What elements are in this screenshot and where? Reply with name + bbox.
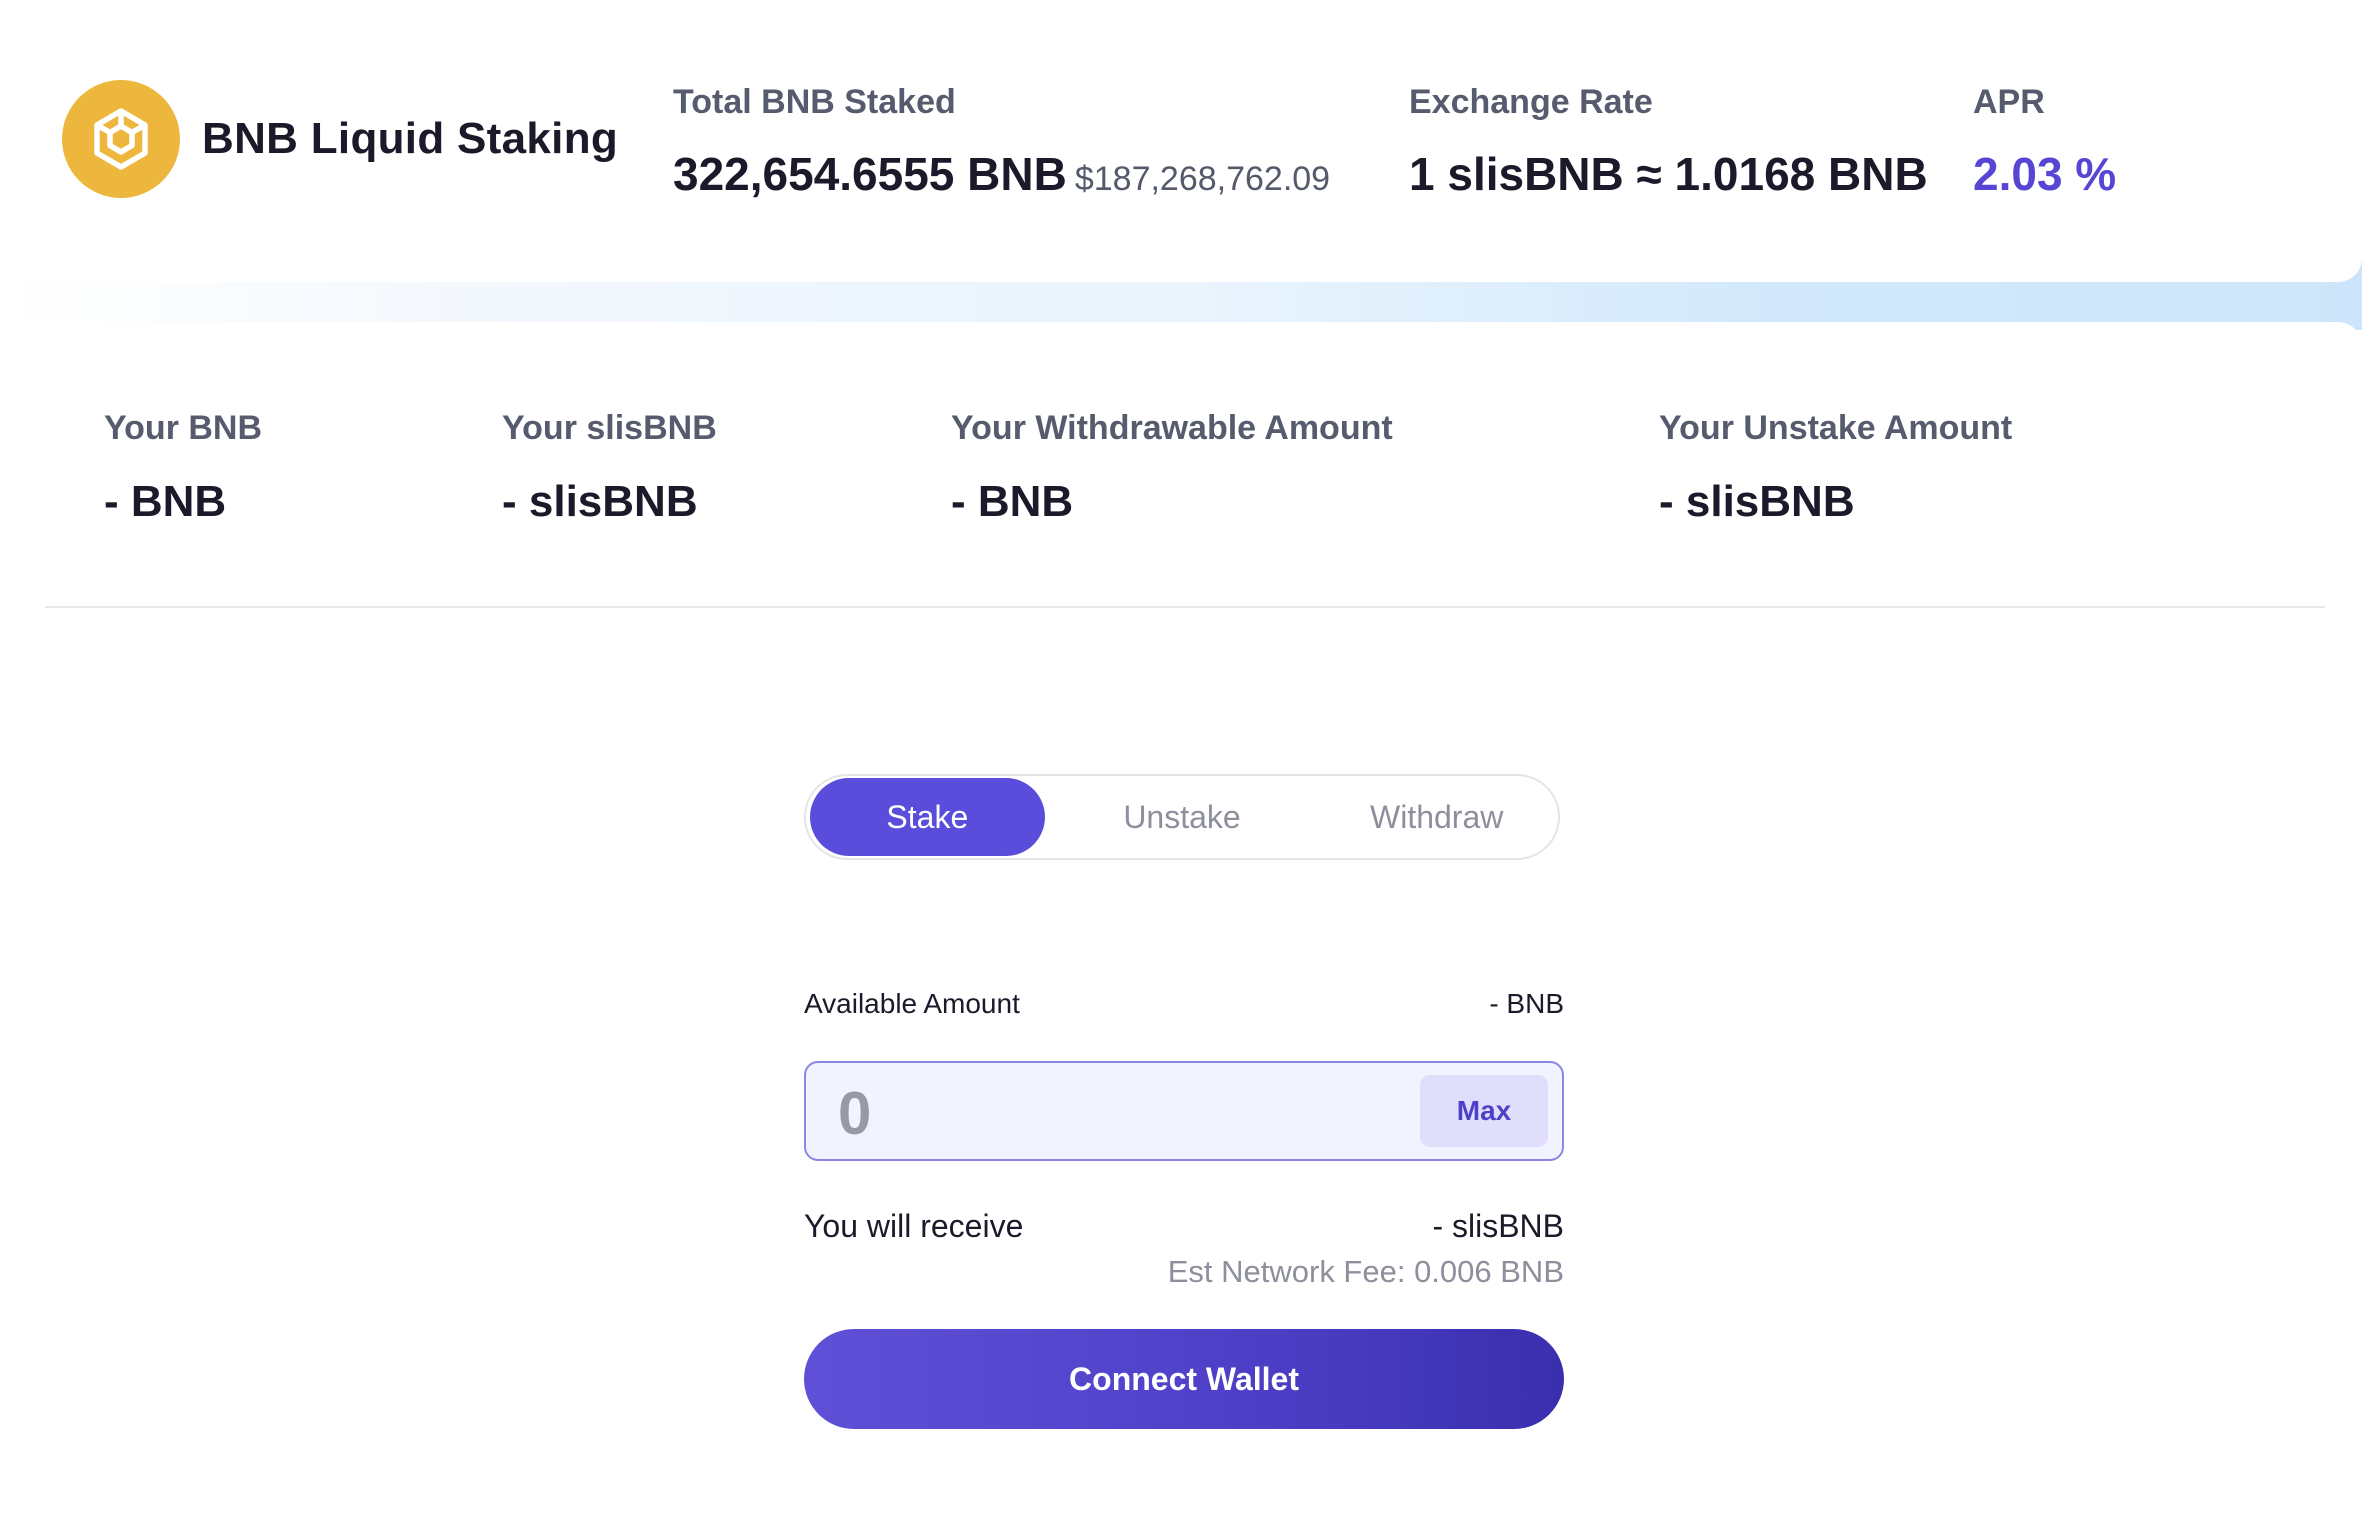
apr-value: 2.03 % [1973,148,2117,200]
receive-value: - slisBNB [1432,1208,1564,1244]
tab-stake[interactable]: Stake [810,778,1045,856]
receive-row: You will receive - slisBNB [804,1208,1564,1245]
balance-your-bnb: Your BNB - BNB [104,408,262,528]
balance-label: Your slisBNB [502,409,717,447]
total-staked-stat: Total BNB Staked 322,654.6555 BNB $187,26… [673,82,1330,207]
apr-stat: APR 2.03 % [1973,82,2116,202]
amount-input[interactable] [836,1077,1400,1149]
connect-wallet-button[interactable]: Connect Wallet [804,1329,1564,1429]
balance-value: - slisBNB [1659,477,1855,526]
amount-field: Max [804,1061,1564,1161]
total-staked-value: 322,654.6555 BNB $187,268,762.09 [673,146,1330,207]
balance-unstake: Your Unstake Amount - slisBNB [1659,408,2012,528]
bnb-logo-icon [62,80,180,198]
action-tabs: Stake Unstake Withdraw [804,774,1560,860]
divider [45,606,2325,608]
brand: BNB Liquid Staking [62,80,618,198]
tab-unstake[interactable]: Unstake [1065,778,1300,856]
stats-header: BNB Liquid Staking Total BNB Staked 322,… [0,0,2362,282]
balance-value: - BNB [104,477,227,526]
receive-label: You will receive [804,1208,1024,1244]
balance-label: Your Withdrawable Amount [951,409,1393,447]
available-amount-label: Available Amount [804,988,1020,1019]
total-staked-amount: 322,654.6555 BNB [673,148,1067,200]
balance-label: Your BNB [104,409,263,447]
available-amount-value: - BNB [1489,988,1564,1019]
exchange-rate-value: 1 slisBNB ≈ 1.0168 BNB [1409,148,1928,200]
max-button[interactable]: Max [1420,1075,1548,1147]
balance-value: - slisBNB [502,477,698,526]
exchange-rate-label: Exchange Rate [1409,83,1653,121]
total-staked-usd: $187,268,762.09 [1074,160,1331,198]
balance-your-slisbnb: Your slisBNB - slisBNB [502,408,717,528]
available-amount-row: Available Amount - BNB [804,988,1564,1020]
balance-value: - BNB [951,477,1074,526]
tab-withdraw[interactable]: Withdraw [1319,778,1554,856]
total-staked-label: Total BNB Staked [673,83,956,121]
apr-label: APR [1973,83,2045,121]
brand-name: BNB Liquid Staking [202,114,619,163]
staking-panel: Your BNB - BNB Your slisBNB - slisBNB Yo… [0,322,2362,1532]
network-fee: Est Network Fee: 0.006 BNB [1167,1254,1564,1289]
balance-label: Your Unstake Amount [1659,409,2013,447]
exchange-rate-stat: Exchange Rate 1 slisBNB ≈ 1.0168 BNB [1409,82,1928,202]
balance-withdrawable: Your Withdrawable Amount - BNB [951,408,1393,528]
